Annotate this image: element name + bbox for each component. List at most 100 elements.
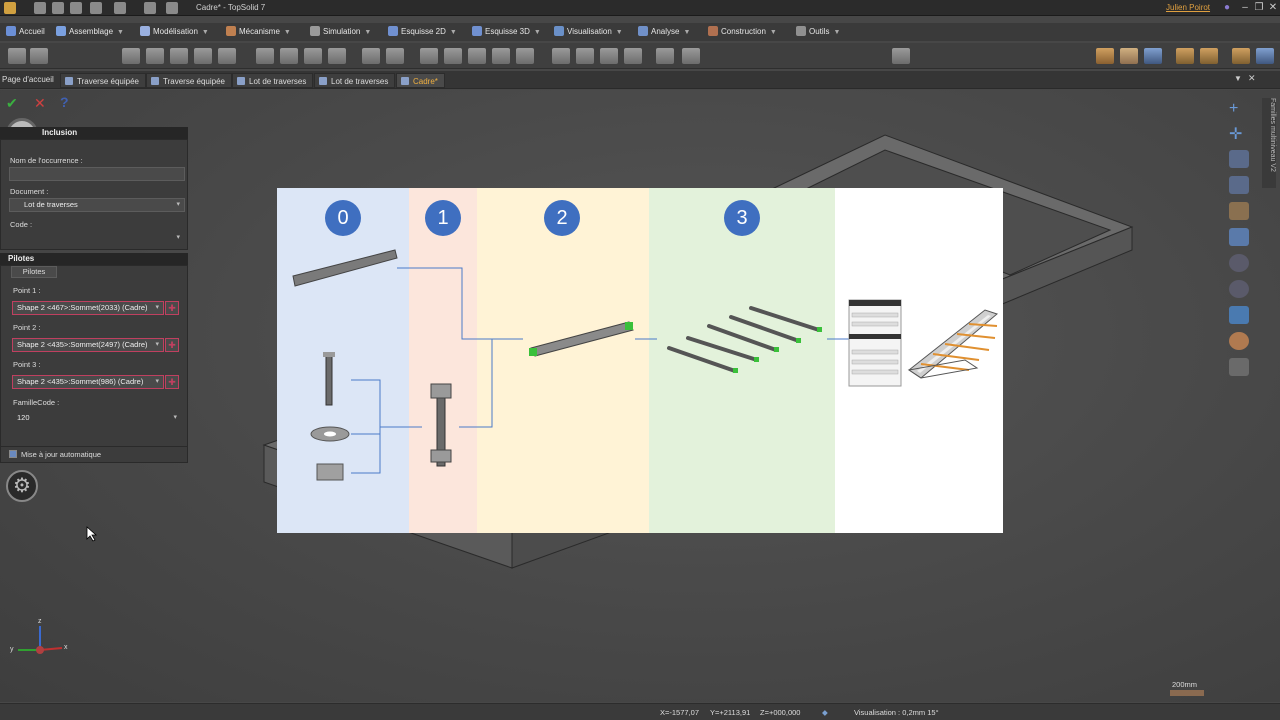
validate-icon[interactable]: ✔ xyxy=(6,96,20,110)
explode-icon[interactable] xyxy=(624,48,642,64)
tab-traverse-equipee[interactable]: Traverse équipée xyxy=(146,73,232,88)
chevron-down-icon[interactable]: ▼ xyxy=(364,26,371,40)
close-window-button[interactable]: ✕ xyxy=(1266,1,1280,15)
auto-update-checkbox[interactable] xyxy=(9,450,17,458)
menu-outils[interactable]: Outils ▼ xyxy=(796,25,840,39)
select-icon[interactable] xyxy=(1144,48,1162,64)
point-1-select[interactable]: Shape 2 <467>:Sommet(2033) (Cadre) ▾ xyxy=(12,301,164,315)
constraint-icon[interactable] xyxy=(122,48,140,64)
pick-point-1-button[interactable]: ✚ xyxy=(165,301,179,315)
menu-esquisse-2d[interactable]: Esquisse 2D ▼ xyxy=(388,25,457,39)
menu-construction[interactable]: Construction ▼ xyxy=(708,25,777,39)
undo-icon[interactable] xyxy=(90,2,102,14)
rotate-icon[interactable] xyxy=(1229,176,1249,194)
minimize-button[interactable]: – xyxy=(1238,1,1252,15)
menu-mecanisme[interactable]: Mécanisme ▼ xyxy=(226,25,291,39)
tab-pilotes[interactable]: Pilotes xyxy=(11,266,57,278)
constraint-icon[interactable] xyxy=(194,48,212,64)
side-panel-label[interactable]: Familles multiniveau V2 xyxy=(1262,98,1276,188)
pick-point-2-button[interactable]: ✚ xyxy=(165,338,179,352)
gear-icon[interactable]: ⚙ xyxy=(6,470,38,502)
chevron-down-icon[interactable]: ▼ xyxy=(534,26,541,40)
menu-visualisation[interactable]: Visualisation ▼ xyxy=(554,25,623,39)
view-mode-icon[interactable]: ◆ xyxy=(822,708,828,717)
app-logo-icon[interactable] xyxy=(4,2,16,14)
save-all-icon[interactable] xyxy=(52,2,64,14)
famille-code-select[interactable]: 120 ▾ xyxy=(12,411,182,425)
tab-lot-de-traverses[interactable]: Lot de traverses xyxy=(232,73,314,88)
menu-accueil[interactable]: Accueil xyxy=(6,25,45,39)
cancel-icon[interactable]: ✕ xyxy=(34,96,48,110)
part-icon[interactable] xyxy=(8,48,26,64)
chevron-down-icon[interactable]: ▼ xyxy=(117,26,124,40)
tab-lot-de-traverses[interactable]: Lot de traverses xyxy=(314,73,396,88)
chevron-down-icon[interactable]: ▼ xyxy=(284,26,291,40)
menu-modelisation[interactable]: Modélisation ▼ xyxy=(140,25,209,39)
help-icon[interactable]: ● xyxy=(1220,1,1234,15)
chevron-down-icon[interactable]: ▼ xyxy=(770,26,777,40)
process-icon[interactable] xyxy=(516,48,534,64)
pencil-icon[interactable] xyxy=(144,2,156,14)
repetition-icon[interactable] xyxy=(328,48,346,64)
chevron-down-icon[interactable]: ▼ xyxy=(833,26,840,40)
cursor-mode-icon[interactable] xyxy=(1096,48,1114,64)
code-select[interactable]: ▾ xyxy=(9,231,185,245)
document-select[interactable]: Lot de traverses ▾ xyxy=(9,198,185,212)
repetition-icon[interactable] xyxy=(304,48,322,64)
occurrence-name-input[interactable] xyxy=(9,167,185,181)
zoom-in-icon[interactable] xyxy=(1229,254,1249,272)
chevron-down-icon[interactable]: ▼ xyxy=(202,26,209,40)
help-icon[interactable]: ? xyxy=(60,95,74,109)
user-link[interactable]: Julien Poirot xyxy=(1166,3,1210,12)
save-icon[interactable] xyxy=(34,2,46,14)
tab-traverse-equipee[interactable]: Traverse équipée xyxy=(60,73,146,88)
filter-icon[interactable] xyxy=(1176,48,1194,64)
constraint-icon[interactable] xyxy=(170,48,188,64)
tool-icon[interactable] xyxy=(892,48,910,64)
add-icon[interactable]: + xyxy=(1229,100,1249,118)
restore-button[interactable]: ❐ xyxy=(1252,1,1266,15)
filter-icon[interactable] xyxy=(1200,48,1218,64)
close-tab-icon[interactable]: ✕ xyxy=(1248,73,1256,84)
move-icon[interactable] xyxy=(386,48,404,64)
include-icon[interactable] xyxy=(30,48,48,64)
constraint-icon[interactable] xyxy=(218,48,236,64)
process-icon[interactable] xyxy=(492,48,510,64)
refresh-icon[interactable] xyxy=(166,2,178,14)
grid-icon[interactable] xyxy=(1229,228,1249,246)
redo-icon[interactable] xyxy=(114,2,126,14)
zoom-out-icon[interactable] xyxy=(1229,280,1249,298)
repetition-icon[interactable] xyxy=(280,48,298,64)
cube-icon[interactable] xyxy=(1229,306,1249,324)
fit-icon[interactable] xyxy=(1229,202,1249,220)
filter-icon[interactable] xyxy=(1256,48,1274,64)
repetition-icon[interactable] xyxy=(256,48,274,64)
palette-icon[interactable] xyxy=(1229,332,1249,350)
measure-icon[interactable] xyxy=(682,48,700,64)
menu-esquisse-3d[interactable]: Esquisse 3D ▼ xyxy=(472,25,541,39)
move-view-icon[interactable]: ✛ xyxy=(1229,124,1249,143)
tab-home[interactable]: Page d'accueil xyxy=(2,75,54,84)
tab-list-icon[interactable]: ▼ xyxy=(1234,74,1242,83)
process-icon[interactable] xyxy=(420,48,438,64)
menu-assemblage[interactable]: Assemblage ▼ xyxy=(56,25,124,39)
tab-cadre[interactable]: Cadre* xyxy=(396,73,445,88)
menu-simulation[interactable]: Simulation ▼ xyxy=(310,25,371,39)
measure-icon[interactable] xyxy=(656,48,674,64)
process-icon[interactable] xyxy=(468,48,486,64)
print-icon[interactable] xyxy=(70,2,82,14)
menu-analyse[interactable]: Analyse ▼ xyxy=(638,25,690,39)
chevron-down-icon[interactable]: ▼ xyxy=(616,26,623,40)
constraint-icon[interactable] xyxy=(146,48,164,64)
explode-icon[interactable] xyxy=(600,48,618,64)
explode-icon[interactable] xyxy=(576,48,594,64)
move-icon[interactable] xyxy=(362,48,380,64)
chevron-down-icon[interactable]: ▼ xyxy=(683,26,690,40)
tag-icon[interactable] xyxy=(1120,48,1138,64)
point-3-select[interactable]: Shape 2 <435>:Sommet(986) (Cadre) ▾ xyxy=(12,375,164,389)
camera-icon[interactable] xyxy=(1229,150,1249,168)
chevron-down-icon[interactable]: ▼ xyxy=(450,26,457,40)
pick-point-3-button[interactable]: ✚ xyxy=(165,375,179,389)
process-icon[interactable] xyxy=(444,48,462,64)
point-2-select[interactable]: Shape 2 <435>:Sommet(2497) (Cadre) ▾ xyxy=(12,338,164,352)
